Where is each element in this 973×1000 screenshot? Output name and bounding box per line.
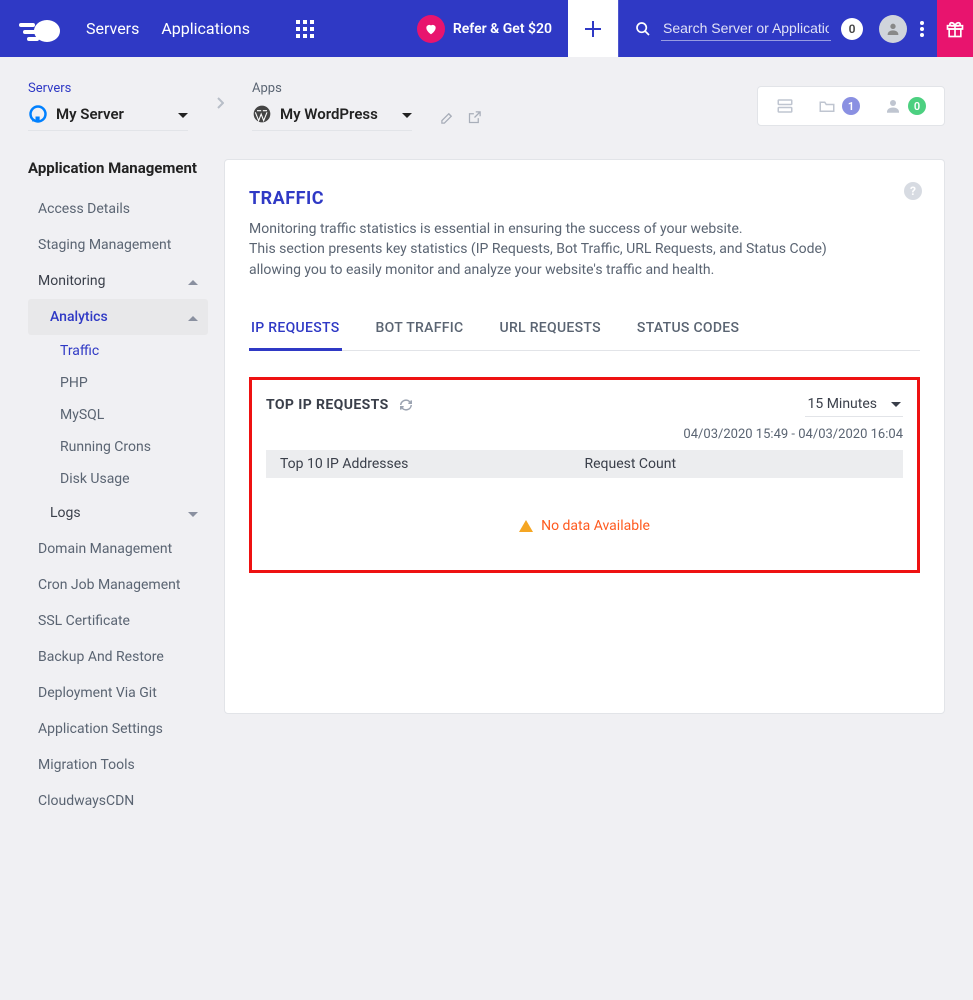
apps-grid-icon[interactable] — [296, 20, 314, 38]
sidebar-item-cdn[interactable]: CloudwaysCDN — [28, 783, 208, 819]
breadcrumb-apps-label: Apps — [252, 81, 412, 96]
app-stats-card: 1 0 — [757, 86, 945, 126]
heart-icon — [417, 15, 445, 43]
wordpress-icon — [252, 104, 272, 124]
sidebar-item-cron[interactable]: Cron Job Management — [28, 567, 208, 603]
sidebar-item-access-details[interactable]: Access Details — [28, 191, 208, 227]
add-button[interactable] — [568, 0, 618, 57]
ip-requests-panel: TOP IP REQUESTS 15 Minutes 04/03/2020 15… — [249, 377, 920, 573]
chevron-down-icon — [402, 113, 412, 118]
sidebar-item-backup[interactable]: Backup And Restore — [28, 639, 208, 675]
col-ip-addresses: Top 10 IP Addresses — [280, 456, 585, 472]
projects-count-badge: 1 — [842, 97, 860, 115]
col-request-count: Request Count — [585, 456, 890, 472]
main-card: ? TRAFFIC Monitoring traffic statistics … — [224, 159, 945, 714]
warning-icon — [519, 520, 533, 532]
refer-label: Refer & Get $20 — [453, 21, 552, 37]
refer-button[interactable]: Refer & Get $20 — [401, 0, 568, 57]
more-menu-icon[interactable] — [915, 21, 929, 37]
sidebar-item-monitoring[interactable]: Monitoring — [28, 263, 208, 299]
sidebar-item-analytics[interactable]: Analytics — [28, 299, 208, 335]
open-external-icon[interactable] — [467, 110, 482, 125]
time-range-value: 15 Minutes — [807, 396, 877, 412]
sidebar-item-ssl[interactable]: SSL Certificate — [28, 603, 208, 639]
server-name: My Server — [56, 105, 124, 123]
chevron-right-icon — [216, 97, 224, 115]
chevron-down-icon — [188, 512, 198, 517]
page-title: TRAFFIC — [249, 188, 920, 209]
panel-title: TOP IP REQUESTS — [266, 397, 389, 413]
sidebar-item-logs[interactable]: Logs — [28, 495, 208, 531]
search-icon — [635, 21, 651, 37]
search-count-badge: 0 — [841, 18, 863, 40]
sidebar-item-domain[interactable]: Domain Management — [28, 531, 208, 567]
sidebar-item-label: Monitoring — [38, 273, 106, 289]
brand-logo[interactable] — [0, 0, 78, 57]
stat-server[interactable] — [776, 97, 794, 115]
chevron-up-icon — [188, 316, 198, 321]
sidebar-sub-disk[interactable]: Disk Usage — [28, 463, 208, 495]
nav-applications[interactable]: Applications — [161, 19, 250, 38]
help-icon[interactable]: ? — [904, 182, 922, 200]
search-input[interactable] — [661, 16, 831, 41]
time-range-select[interactable]: 15 Minutes — [805, 394, 903, 417]
stat-team[interactable]: 0 — [884, 97, 926, 115]
sidebar-item-git[interactable]: Deployment Via Git — [28, 675, 208, 711]
topbar: Servers Applications Refer & Get $20 0 — [0, 0, 973, 57]
nav-servers[interactable]: Servers — [86, 19, 139, 38]
chevron-down-icon — [891, 402, 901, 407]
user-avatar[interactable] — [879, 15, 907, 43]
sidebar-item-staging[interactable]: Staging Management — [28, 227, 208, 263]
app-selector[interactable]: My WordPress — [252, 100, 412, 131]
sidebar-item-settings[interactable]: Application Settings — [28, 711, 208, 747]
chevron-up-icon — [188, 280, 198, 285]
topbar-right — [873, 0, 973, 57]
app-name: My WordPress — [280, 105, 378, 123]
sidebar-sub-php[interactable]: PHP — [28, 367, 208, 399]
breadcrumb-bar: Servers My Server Apps My WordPress — [0, 57, 973, 131]
sidebar-item-label: Analytics — [50, 309, 108, 325]
breadcrumb-servers-label[interactable]: Servers — [28, 81, 188, 96]
top-nav: Servers Applications — [78, 0, 322, 57]
no-data-message: No data Available — [266, 518, 903, 534]
edit-icon[interactable] — [440, 110, 455, 125]
page-description: Monitoring traffic statistics is essenti… — [249, 219, 920, 280]
tab-ip-requests[interactable]: IP REQUESTS — [249, 310, 342, 351]
sidebar-sub-traffic[interactable]: Traffic — [28, 335, 208, 367]
sidebar-sub-mysql[interactable]: MySQL — [28, 399, 208, 431]
tab-status-codes[interactable]: STATUS CODES — [635, 310, 741, 350]
sidebar-item-migration[interactable]: Migration Tools — [28, 747, 208, 783]
panel-date-range: 04/03/2020 15:49 - 04/03/2020 16:04 — [266, 427, 903, 442]
tab-url-requests[interactable]: URL REQUESTS — [497, 310, 602, 350]
ip-table-header: Top 10 IP Addresses Request Count — [266, 450, 903, 478]
sidebar-item-label: Logs — [50, 505, 81, 521]
traffic-tabs: IP REQUESTS BOT TRAFFIC URL REQUESTS STA… — [249, 310, 920, 351]
server-selector[interactable]: My Server — [28, 100, 188, 131]
search-section: 0 — [618, 0, 873, 57]
team-count-badge: 0 — [908, 97, 926, 115]
sidebar: Application Management Access Details St… — [28, 159, 208, 819]
chevron-down-icon — [178, 113, 188, 118]
gift-icon[interactable] — [937, 0, 973, 57]
sidebar-sub-crons[interactable]: Running Crons — [28, 431, 208, 463]
tab-bot-traffic[interactable]: BOT TRAFFIC — [374, 310, 466, 350]
digitalocean-icon — [28, 104, 48, 124]
stat-projects[interactable]: 1 — [818, 97, 860, 115]
refresh-icon[interactable] — [399, 398, 413, 412]
sidebar-heading: Application Management — [28, 159, 208, 177]
